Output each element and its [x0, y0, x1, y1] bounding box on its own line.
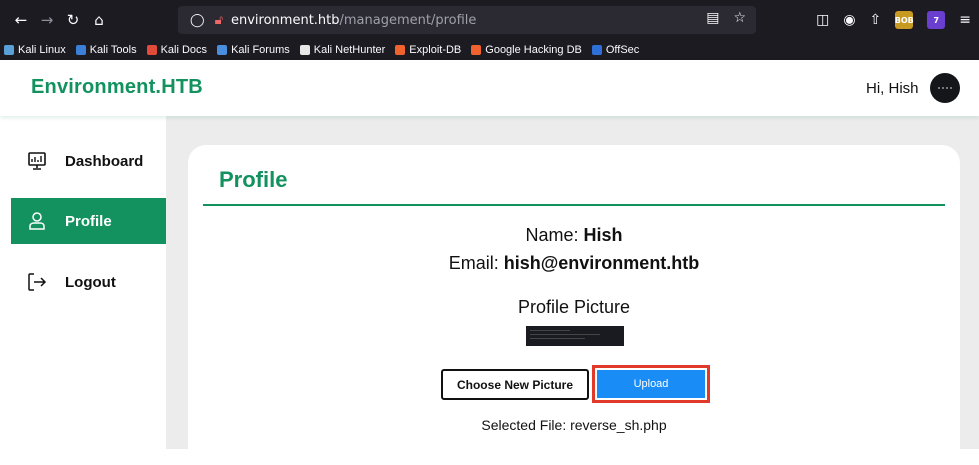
avatar-image	[938, 87, 952, 89]
sidebar-item-label: Profile	[65, 212, 112, 230]
bookmark-label: Kali Docs	[160, 44, 208, 56]
bookmark-kali-nethunter[interactable]: Kali NetHunter	[299, 44, 386, 56]
sidebar-item-label: Dashboard	[65, 152, 144, 170]
bookmark-label: Exploit-DB	[409, 44, 462, 56]
url-host: environment.htb	[231, 12, 340, 28]
sidebar-item-dashboard[interactable]: Dashboard	[11, 138, 166, 184]
bookmark-kali-docs[interactable]: Kali Docs	[146, 44, 208, 56]
exploit-db-icon	[395, 45, 406, 55]
ghdb-icon	[471, 45, 482, 55]
bookmark-exploit-db[interactable]: Exploit-DB	[395, 44, 461, 56]
url-path: /management/profile	[339, 12, 477, 28]
extension-badge-icon[interactable]: BOB	[895, 11, 914, 29]
dashboard-monitor-icon	[25, 149, 49, 173]
bookmark-kali-tools[interactable]: Kali Tools	[75, 44, 137, 56]
page-title: Profile	[219, 167, 288, 192]
selected-file-text: Selected File: reverse_sh.php	[481, 417, 667, 433]
email-label: Email:	[448, 253, 499, 273]
user-icon	[25, 209, 49, 233]
kali-docs-icon	[146, 45, 157, 55]
sidebar-item-label: Logout	[65, 273, 116, 291]
bookmark-label: Kali Linux	[18, 44, 66, 56]
reader-view-icon[interactable]: ▤	[706, 10, 719, 26]
user-greeting: Hi, Hish	[866, 80, 919, 97]
bookmarks-bar: Kali Linux Kali Tools Kali Docs Kali For…	[0, 40, 979, 60]
profile-email: Email: hish@environment.htb	[203, 253, 945, 274]
logout-icon	[25, 270, 49, 294]
kali-tools-icon	[75, 45, 86, 55]
reload-icon[interactable]: ↻	[60, 11, 86, 29]
thumbnail-line	[530, 334, 600, 335]
kali-dragon-icon	[4, 45, 14, 55]
name-label: Name:	[525, 225, 579, 245]
sidebar-item-profile[interactable]: Profile	[11, 198, 166, 244]
extension-counter-icon[interactable]: 7	[927, 11, 946, 29]
profile-name: Name: Hish	[203, 225, 945, 246]
sidebar-item-logout[interactable]: Logout	[11, 259, 166, 305]
title-divider	[203, 204, 945, 206]
profile-picture-heading: Profile Picture	[517, 297, 631, 317]
bookmark-star-icon[interactable]: ☆	[733, 10, 746, 26]
choose-new-picture-button[interactable]: Choose New Picture	[441, 369, 589, 400]
bookmark-kali-forums[interactable]: Kali Forums	[217, 44, 290, 56]
bookmark-label: Google Hacking DB	[485, 44, 582, 56]
extensions-icon[interactable]: ⇧	[870, 12, 882, 28]
menu-icon[interactable]: ≡	[959, 12, 971, 28]
shield-icon: ◯	[190, 12, 205, 28]
profile-picture-thumbnail	[526, 326, 624, 346]
thumbnail-line	[530, 330, 570, 331]
bookmark-label: Kali Tools	[89, 44, 137, 56]
forward-icon[interactable]: →	[34, 11, 60, 29]
avatar[interactable]	[930, 73, 960, 103]
home-icon[interactable]: ⌂	[86, 11, 112, 29]
bookmark-offsec[interactable]: OffSec	[591, 44, 640, 56]
bookmark-kali-linux[interactable]: Kali Linux	[4, 44, 66, 56]
back-icon[interactable]: ←	[8, 11, 34, 29]
bookmark-label: Kali Forums	[231, 44, 290, 56]
pocket-icon[interactable]: ◫	[816, 12, 829, 28]
url-text[interactable]: environment.htb/management/profile	[231, 13, 476, 28]
insecure-lock-icon: 🔓︎	[214, 12, 223, 28]
bookmark-label: OffSec	[605, 44, 640, 56]
account-icon[interactable]: ◉	[843, 12, 855, 28]
address-bar[interactable]: ◯ 🔓︎ environment.htb/management/profile …	[178, 6, 756, 34]
nethunter-icon	[299, 45, 310, 55]
upload-highlight-box: Upload	[592, 365, 710, 403]
brand-logo[interactable]: Environment.HTB	[31, 76, 203, 99]
app-header: Environment.HTB Hi, Hish	[0, 60, 979, 116]
thumbnail-line	[530, 338, 585, 339]
offsec-icon	[591, 45, 602, 55]
upload-button[interactable]: Upload	[597, 370, 705, 398]
name-value: Hish	[583, 225, 623, 245]
bookmark-label: Kali NetHunter	[313, 44, 386, 56]
bookmark-google-hacking-db[interactable]: Google Hacking DB	[471, 44, 582, 56]
email-value: hish@environment.htb	[503, 253, 700, 273]
kali-forums-icon	[217, 45, 228, 55]
browser-toolbar: ← → ↻ ⌂ ◯ 🔓︎ environment.htb/management/…	[0, 0, 979, 40]
